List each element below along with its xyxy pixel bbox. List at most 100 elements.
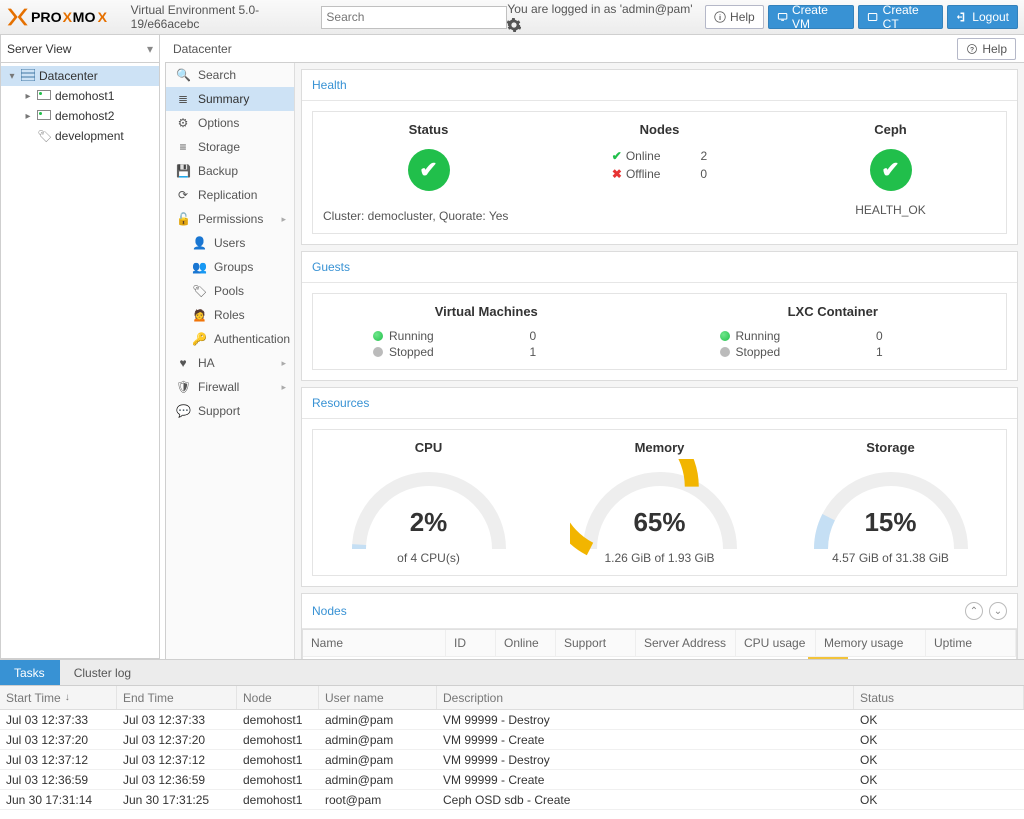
guests-panel: Guests Virtual Machines Running0 Stopped… <box>301 251 1018 381</box>
tags-icon: 🏷 <box>192 284 206 298</box>
loggedin-label: You are logged in as 'admin@pam' <box>507 2 697 33</box>
log-header: Start Time↓ End Time Node User name Desc… <box>0 686 1024 710</box>
tree-item-node[interactable]: ▸ demohost2 <box>1 106 159 126</box>
search-icon: 🔍 <box>176 68 190 82</box>
nav-item-pools[interactable]: 🏷Pools <box>166 279 294 303</box>
collapse-up-icon[interactable]: ⌃ <box>965 602 983 620</box>
nav-item-replication[interactable]: ⟳Replication <box>166 183 294 207</box>
server-icon <box>37 109 51 123</box>
tree-item-datacenter[interactable]: ▾ Datacenter <box>1 66 159 86</box>
nav-item-summary[interactable]: ≣Summary <box>166 87 294 111</box>
nodes-col[interactable]: Server Address <box>636 630 736 657</box>
nav-item-roles[interactable]: 🙍Roles <box>166 303 294 327</box>
svg-text:i: i <box>719 13 721 22</box>
nodes-col[interactable]: Name <box>303 630 446 657</box>
check-icon: ✔ <box>612 149 622 163</box>
guests-vm: Virtual Machines Running0 Stopped1 <box>313 294 660 369</box>
resources-panel: Resources CPU 2%of 4 CPU(s)Memory 65%1.2… <box>301 387 1018 587</box>
health-nodes: Nodes ✔ Online 2 ✖ Offline 0 <box>544 112 775 233</box>
col-status[interactable]: Status <box>854 686 1024 709</box>
nav-item-firewall[interactable]: 🛡Firewall▸ <box>166 375 294 399</box>
chevron-down-icon: ▾ <box>147 42 153 56</box>
nodes-col[interactable]: Support <box>556 630 636 657</box>
nav-item-authentication[interactable]: 🔑Authentication <box>166 327 294 351</box>
nodes-col[interactable]: Online <box>496 630 556 657</box>
top-bar: PRO X MO X Virtual Environment 5.0-19/e6… <box>0 0 1024 35</box>
create-ct-button[interactable]: Create CT <box>858 5 943 29</box>
tree-item-pool[interactable]: 🏷 development <box>1 126 159 146</box>
dot-stopped-icon <box>373 347 383 357</box>
resource-gauge: Memory 65%1.26 GiB of 1.93 GiB <box>544 430 775 575</box>
collapse-down-icon[interactable]: ⌄ <box>989 602 1007 620</box>
view-selector[interactable]: Server View ▾ <box>0 35 160 63</box>
svg-text:?: ? <box>970 46 974 53</box>
nav-item-options[interactable]: ⚙Options <box>166 111 294 135</box>
nav-item-storage[interactable]: ≡Storage <box>166 135 294 159</box>
col-start-time[interactable]: Start Time↓ <box>0 686 117 709</box>
tree: ▾ Datacenter ▸ demohost1 ▸ demohost2 🏷 d… <box>0 63 160 659</box>
chevron-right-icon: ▸ <box>281 358 286 369</box>
logout-button[interactable]: Logout <box>947 5 1018 29</box>
col-description[interactable]: Description <box>437 686 854 709</box>
collapse-icon[interactable]: ▾ <box>7 71 17 82</box>
gear-icon[interactable] <box>507 18 521 35</box>
search-input[interactable] <box>321 6 507 29</box>
nodes-col[interactable]: Memory usage <box>816 630 926 657</box>
panel-help-button[interactable]: ? Help <box>957 38 1016 60</box>
expand-icon[interactable]: ▸ <box>23 91 33 102</box>
breadcrumb-title: Datacenter <box>173 42 232 56</box>
nav-item-users[interactable]: 👤Users <box>166 231 294 255</box>
list-icon: ≣ <box>176 92 190 106</box>
col-user[interactable]: User name <box>319 686 437 709</box>
heart-icon: ♥ <box>176 356 190 370</box>
refresh-icon: ⟳ <box>176 188 190 202</box>
nav-item-ha[interactable]: ♥HA▸ <box>166 351 294 375</box>
log-row[interactable]: Jul 03 12:37:33Jul 03 12:37:33demohost1a… <box>0 710 1024 730</box>
x-icon: ✖ <box>612 167 622 181</box>
db-icon: ≡ <box>176 140 190 154</box>
datacenter-icon <box>21 69 35 84</box>
tree-item-node[interactable]: ▸ demohost1 <box>1 86 159 106</box>
breadcrumb: Datacenter ? Help <box>165 35 1024 63</box>
dot-stopped-icon <box>720 347 730 357</box>
nav-item-groups[interactable]: 👥Groups <box>166 255 294 279</box>
health-status: Status ✔ Cluster: democluster, Quorate: … <box>313 112 544 233</box>
expand-icon[interactable]: ▸ <box>23 111 33 122</box>
config-nav: 🔍Search≣Summary⚙Options≡Storage💾Backup⟳R… <box>165 63 295 659</box>
log-row[interactable]: Jul 03 12:36:59Jul 03 12:36:59demohost1a… <box>0 770 1024 790</box>
save-icon: 💾 <box>176 164 190 178</box>
help-button[interactable]: i Help <box>705 5 764 29</box>
tab-cluster-log[interactable]: Cluster log <box>60 660 146 685</box>
nav-item-backup[interactable]: 💾Backup <box>166 159 294 183</box>
create-vm-button[interactable]: Create VM <box>768 5 855 29</box>
guests-lxc: LXC Container Running0 Stopped1 <box>660 294 1007 369</box>
svg-text:X: X <box>63 10 73 26</box>
lock-icon: 🔓 <box>176 212 190 226</box>
log-row[interactable]: Jun 30 17:31:14Jun 30 17:31:25demohost1r… <box>0 790 1024 810</box>
tag-icon: 🏷 <box>37 129 51 143</box>
key-icon: 🔑 <box>192 332 206 346</box>
col-end-time[interactable]: End Time <box>117 686 237 709</box>
nav-item-support[interactable]: 💬Support <box>166 399 294 423</box>
dot-running-icon <box>373 331 383 341</box>
content: Health Status ✔ Cluster: democluster, Qu… <box>295 63 1024 659</box>
nodes-col[interactable]: Uptime <box>926 630 1016 657</box>
tab-tasks[interactable]: Tasks <box>0 660 60 685</box>
nav-item-search[interactable]: 🔍Search <box>166 63 294 87</box>
server-icon <box>37 89 51 103</box>
task-log: Tasks Cluster log Start Time↓ End Time N… <box>0 659 1024 819</box>
bar-indicator <box>808 657 848 659</box>
chevron-right-icon: ▸ <box>281 382 286 393</box>
col-node[interactable]: Node <box>237 686 319 709</box>
log-row[interactable]: Jul 03 12:37:20Jul 03 12:37:20demohost1a… <box>0 730 1024 750</box>
nodes-col[interactable]: CPU usage <box>736 630 816 657</box>
sort-desc-icon: ↓ <box>65 692 70 703</box>
search-box <box>321 6 507 29</box>
nodes-col[interactable]: ID <box>446 630 496 657</box>
shield-icon: 🛡 <box>176 380 190 394</box>
chevron-right-icon: ▸ <box>281 214 286 225</box>
nav-item-permissions[interactable]: 🔓Permissions▸ <box>166 207 294 231</box>
panel-header: Health <box>302 70 1017 101</box>
logo: PRO X MO X <box>0 7 129 27</box>
log-row[interactable]: Jul 03 12:37:12Jul 03 12:37:12demohost1a… <box>0 750 1024 770</box>
